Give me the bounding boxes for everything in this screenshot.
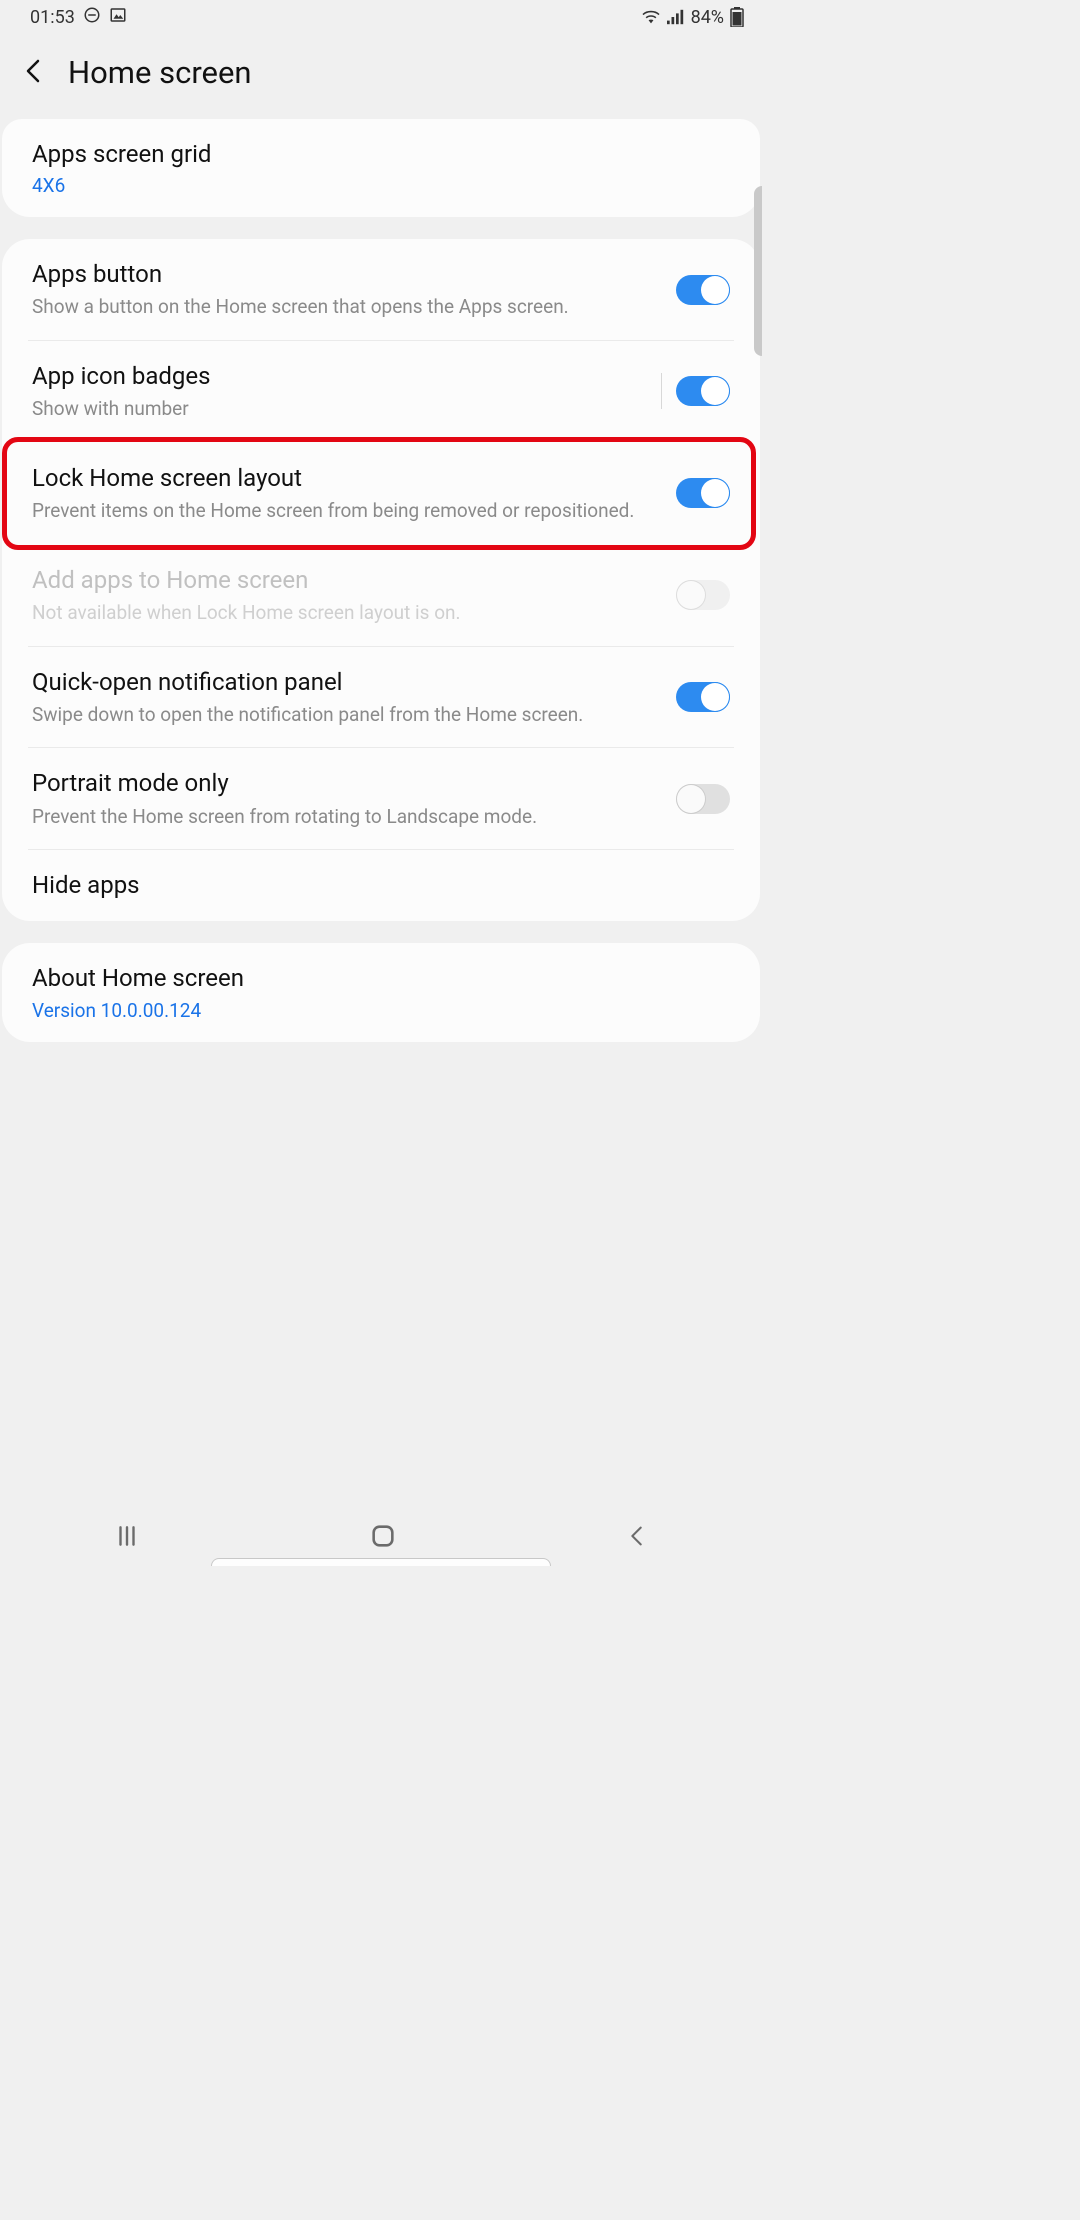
card-apps-grid: Apps screen grid 4X6 xyxy=(2,119,760,217)
quick-open-toggle[interactable] xyxy=(676,682,730,712)
hide-apps-title: Hide apps xyxy=(32,870,710,901)
apps-grid-title: Apps screen grid xyxy=(32,139,710,170)
home-button[interactable] xyxy=(369,1522,397,1550)
add-apps-title: Add apps to Home screen xyxy=(32,565,656,596)
screen-header: Home screen xyxy=(0,34,762,119)
add-apps-toggle xyxy=(676,580,730,610)
row-app-icon-badges[interactable]: App icon badges Show with number xyxy=(2,341,760,442)
row-hide-apps[interactable]: Hide apps xyxy=(2,850,760,921)
system-navigation-bar xyxy=(0,1506,762,1566)
icon-badges-sub: Show with number xyxy=(32,396,641,422)
portrait-toggle[interactable] xyxy=(676,784,730,814)
row-apps-button[interactable]: Apps button Show a button on the Home sc… xyxy=(2,239,760,340)
vdivider xyxy=(661,373,662,409)
row-lock-home-screen-layout[interactable]: Lock Home screen layout Prevent items on… xyxy=(2,443,760,544)
portrait-sub: Prevent the Home screen from rotating to… xyxy=(32,804,656,830)
about-version: Version 10.0.00.124 xyxy=(32,999,710,1022)
row-about-home-screen[interactable]: About Home screen Version 10.0.00.124 xyxy=(2,943,760,1041)
lock-layout-toggle[interactable] xyxy=(676,478,730,508)
about-title: About Home screen xyxy=(32,963,710,994)
recents-button[interactable] xyxy=(114,1523,140,1549)
back-icon[interactable] xyxy=(24,57,44,89)
battery-icon xyxy=(730,7,744,27)
add-apps-sub: Not available when Lock Home screen layo… xyxy=(32,600,656,626)
portrait-title: Portrait mode only xyxy=(32,768,656,799)
quick-open-sub: Swipe down to open the notification pane… xyxy=(32,702,656,728)
apps-button-toggle[interactable] xyxy=(676,275,730,305)
card-about: About Home screen Version 10.0.00.124 xyxy=(2,943,760,1041)
status-time: 01:53 xyxy=(30,7,75,28)
status-right: 84% xyxy=(641,7,744,28)
apps-button-title: Apps button xyxy=(32,259,656,290)
gesture-handle xyxy=(211,1558,551,1566)
dnd-icon xyxy=(83,6,101,29)
row-portrait-mode-only[interactable]: Portrait mode only Prevent the Home scre… xyxy=(2,748,760,849)
back-button[interactable] xyxy=(626,1523,648,1549)
status-bar: 01:53 84% xyxy=(0,0,762,34)
apps-grid-value: 4X6 xyxy=(32,174,710,197)
card-main-settings: Apps button Show a button on the Home sc… xyxy=(2,239,760,921)
signal-icon xyxy=(667,9,685,25)
lock-layout-title: Lock Home screen layout xyxy=(32,463,656,494)
row-apps-screen-grid[interactable]: Apps screen grid 4X6 xyxy=(2,119,760,217)
row-add-apps-to-home: Add apps to Home screen Not available wh… xyxy=(2,545,760,646)
page-title: Home screen xyxy=(68,54,252,91)
row-quick-open-notification[interactable]: Quick-open notification panel Swipe down… xyxy=(2,647,760,748)
lock-layout-sub: Prevent items on the Home screen from be… xyxy=(32,498,656,524)
battery-pct: 84% xyxy=(691,7,724,28)
wifi-icon xyxy=(641,9,661,25)
quick-open-title: Quick-open notification panel xyxy=(32,667,656,698)
icon-badges-toggle[interactable] xyxy=(676,376,730,406)
apps-button-sub: Show a button on the Home screen that op… xyxy=(32,294,656,320)
image-icon xyxy=(109,6,127,29)
scroll-handle[interactable] xyxy=(754,186,762,356)
status-left: 01:53 xyxy=(30,6,127,29)
icon-badges-title: App icon badges xyxy=(32,361,641,392)
